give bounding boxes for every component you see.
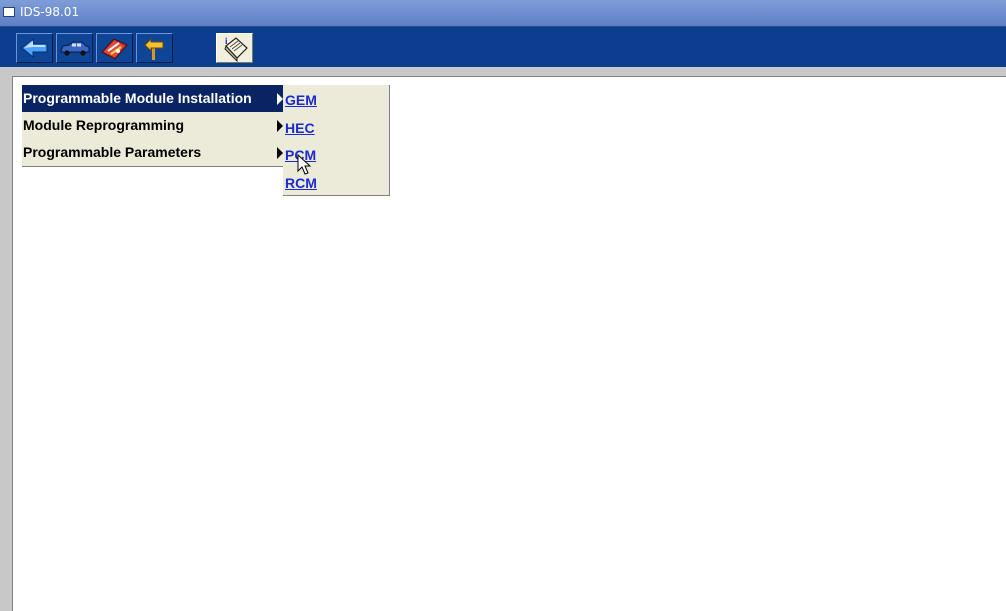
window-title: IDS-98.01 (20, 5, 80, 19)
info-button[interactable]: i (216, 33, 253, 63)
module-submenu: GEM HEC PCM RCM (283, 85, 390, 196)
menu-item-label: Module Reprogramming (23, 117, 185, 133)
title-bar[interactable]: IDS-98.01 (0, 0, 1006, 27)
vehicle-button[interactable] (56, 33, 93, 63)
toolbox-icon (101, 38, 128, 60)
submenu-link-hec[interactable]: HEC (283, 113, 389, 141)
menu-item-module-reprogramming[interactable]: Module Reprogramming (22, 112, 283, 139)
back-button[interactable] (16, 33, 53, 63)
menu-item-label: Programmable Parameters (23, 144, 202, 160)
menu-item-programmable-module-installation[interactable]: Programmable Module Installation (22, 85, 283, 112)
vehicle-icon (60, 41, 90, 56)
signpost-icon (144, 37, 164, 60)
toolbox-button[interactable] (96, 33, 133, 63)
toolbar: i (0, 27, 1006, 67)
menu-item-programmable-parameters[interactable]: Programmable Parameters (22, 139, 283, 166)
window-icon (3, 7, 15, 17)
menu-item-label: Programmable Module Installation (23, 90, 252, 106)
main-menu: Programmable Module Installation Module … (22, 85, 284, 167)
back-arrow-icon (21, 37, 48, 59)
mouse-pointer-icon (297, 154, 311, 175)
info-notebook-icon: i (224, 36, 248, 62)
signpost-button[interactable] (136, 33, 173, 63)
submenu-link-gem[interactable]: GEM (283, 85, 389, 113)
app-window: IDS-98.01 i Programmable Module Installa… (0, 0, 1006, 611)
